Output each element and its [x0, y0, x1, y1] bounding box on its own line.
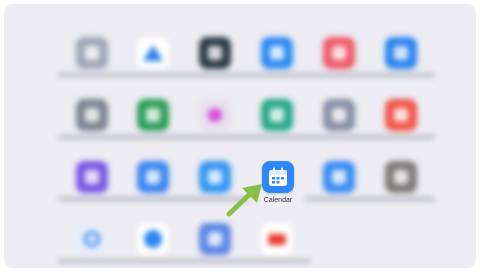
blurred-app-tile[interactable]	[367, 37, 435, 77]
blurred-app-tile[interactable]	[181, 99, 249, 139]
blurred-app-tile[interactable]	[119, 161, 187, 201]
blurred-app-tile[interactable]	[58, 161, 126, 201]
blurred-app-tile[interactable]	[305, 37, 373, 77]
blurred-app-tile[interactable]	[305, 99, 373, 139]
blurred-app-tile[interactable]	[119, 99, 187, 139]
blurred-app-tile[interactable]	[243, 223, 311, 263]
blurred-app-grid	[4, 4, 476, 268]
blurred-app-tile[interactable]	[243, 99, 311, 139]
blurred-app-tile[interactable]	[181, 37, 249, 77]
blurred-app-tile[interactable]	[58, 99, 126, 139]
arrow-pointer-icon	[226, 184, 262, 217]
blurred-app-tile[interactable]	[181, 223, 249, 263]
blurred-app-tile[interactable]	[58, 223, 126, 263]
calendar-app-icon[interactable]	[262, 161, 294, 193]
blurred-app-tile[interactable]	[243, 37, 311, 77]
blurred-app-tile[interactable]	[367, 161, 435, 201]
blurred-app-tile[interactable]	[119, 223, 187, 263]
calendar-icon	[269, 167, 287, 186]
blurred-app-tile[interactable]	[305, 161, 373, 201]
blurred-app-tile[interactable]	[367, 99, 435, 139]
blurred-app-tile[interactable]	[119, 37, 187, 77]
app-library-screen: Calendar	[4, 4, 476, 268]
blurred-app-tile[interactable]	[58, 37, 126, 77]
